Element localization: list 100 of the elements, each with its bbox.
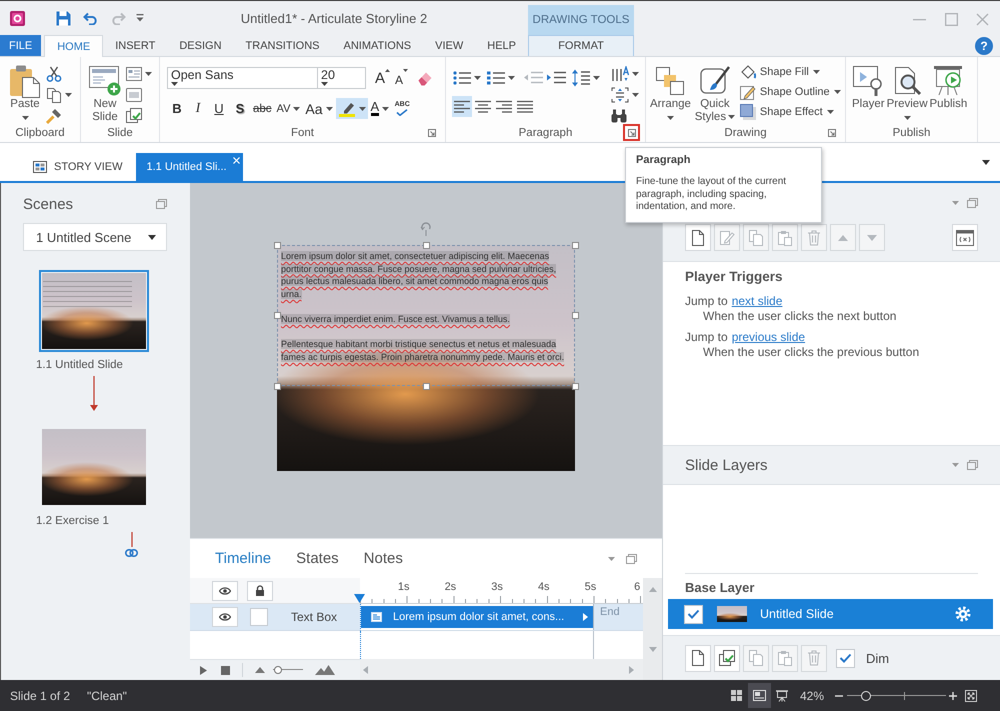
ribbon-tab[interactable]: HOME [44, 35, 104, 57]
resize-handle[interactable] [422, 242, 430, 248]
gear-icon[interactable] [955, 606, 971, 622]
shrink-font-button[interactable]: A [394, 67, 410, 89]
shape-outline-button[interactable]: Shape Outline [740, 82, 841, 102]
tick-label: 2s [444, 581, 456, 593]
ribbon-tab[interactable]: ANIMATIONS [331, 35, 424, 56]
story-view-tab[interactable]: STORY VIEW [25, 153, 134, 181]
vertical-scrollbar[interactable] [643, 578, 662, 659]
publish-button[interactable]: Publish [928, 63, 968, 111]
zoom-in-icon[interactable] [949, 692, 957, 700]
line-spacing-button[interactable] [571, 67, 601, 88]
layer-row[interactable]: Untitled Slide [668, 599, 993, 629]
align-left-button[interactable] [452, 96, 472, 117]
trigger-link[interactable]: next slide [732, 294, 782, 309]
timeline-bar[interactable]: Lorem ipsum dolor sit amet, cons... [361, 606, 593, 628]
caret-up-icon [385, 69, 390, 72]
ribbon-tab[interactable]: DESIGN [167, 35, 234, 56]
underline-button[interactable]: U [209, 98, 229, 119]
play-icon[interactable] [200, 666, 207, 674]
caret-icon [812, 70, 820, 74]
restore-icon[interactable] [626, 554, 637, 564]
font-color-button[interactable]: A [368, 98, 392, 119]
new-button[interactable] [685, 224, 711, 251]
lock-toggle[interactable] [250, 608, 268, 626]
ribbon-tab[interactable]: HELP [475, 35, 528, 56]
preview-button[interactable]: Preview [886, 63, 929, 124]
dialog-launcher[interactable] [623, 124, 640, 141]
caret-icon[interactable] [982, 160, 990, 164]
caret-icon [632, 92, 639, 96]
font-size-field[interactable]: 20 [317, 67, 366, 89]
stop-icon[interactable] [221, 666, 230, 674]
resize-handle[interactable] [274, 242, 280, 248]
panel-tab[interactable]: Timeline [215, 550, 272, 567]
restore-icon[interactable] [967, 460, 978, 470]
new-button[interactable] [685, 644, 711, 672]
slide-view-button[interactable] [748, 683, 771, 708]
font-name-field[interactable]: Open Sans [167, 67, 318, 89]
playhead[interactable] [354, 594, 365, 603]
lock-all-button[interactable] [247, 580, 273, 600]
checkbox[interactable] [684, 604, 703, 624]
variables-button[interactable] [952, 224, 978, 251]
new-slide-button[interactable]: New Slide [88, 63, 122, 124]
checkbox[interactable] [836, 648, 855, 668]
resize-handle[interactable] [572, 242, 578, 248]
ribbon-tab[interactable]: FORMAT [528, 35, 634, 56]
brush-icon [46, 108, 62, 124]
launcher-icon [828, 128, 836, 136]
undo-icon[interactable] [83, 12, 98, 24]
customize-icon[interactable] [136, 14, 144, 22]
bold-button[interactable]: B [167, 98, 187, 119]
ribbon-tab[interactable]: INSERT [103, 35, 168, 56]
bullets-icon [453, 70, 471, 84]
caret-icon [666, 116, 674, 120]
text-box[interactable] [277, 245, 575, 386]
shadow-button[interactable]: S [230, 98, 250, 119]
panel-tab[interactable]: Notes [364, 550, 403, 567]
new-slide-icon [89, 66, 121, 96]
quick-styles-button[interactable]: Quick Styles [692, 63, 738, 124]
horizontal-scrollbar[interactable] [360, 659, 643, 680]
timeline-row[interactable]: Text Box [190, 604, 360, 631]
shape-fill-button[interactable]: Shape Fill [740, 62, 841, 82]
file-tab[interactable]: FILE [0, 35, 42, 56]
arrange-button[interactable]: Arrange [649, 63, 692, 124]
panel-tab[interactable]: States [296, 550, 339, 567]
trigger-link[interactable]: previous slide [732, 330, 806, 345]
save-icon[interactable] [56, 10, 71, 26]
case-button[interactable]: Aa [303, 98, 335, 119]
rotate-handle[interactable] [420, 221, 432, 236]
visibility-toggle[interactable] [212, 607, 238, 627]
check-icon [687, 609, 700, 619]
layer-name: Untitled Slide [760, 607, 834, 621]
restore-icon[interactable] [967, 198, 978, 208]
duplicate-button[interactable] [714, 644, 740, 672]
body-text: Nunc viverra imperdiet enim. Fusce est. Vivamus a tellus. [281, 312, 511, 326]
slide-tab[interactable]: 1.1 Untitled Sli... [136, 153, 243, 181]
shape-effect-button[interactable]: Shape Effect [740, 102, 841, 122]
paste-button[interactable]: Paste [8, 63, 42, 124]
grow-font-button[interactable]: A [374, 67, 392, 89]
fit-to-window-icon[interactable] [965, 690, 977, 702]
caret-icon [834, 90, 841, 94]
player-button[interactable]: Player [851, 63, 886, 111]
restore-icon[interactable] [156, 199, 167, 209]
group-label: Slide [107, 126, 133, 138]
zoom-slider-thumb[interactable] [274, 666, 282, 674]
highlight-button[interactable] [336, 98, 368, 119]
tooltip-title: Paragraph [636, 153, 692, 167]
italic-button[interactable]: I [188, 98, 208, 119]
spacing-button[interactable]: AV [274, 98, 302, 119]
panel-title: Slide Layers [685, 456, 768, 474]
strikethrough-button[interactable]: abc [251, 98, 274, 119]
show-all-button[interactable] [212, 580, 238, 600]
caret-icon [293, 106, 300, 110]
scene-dropdown[interactable]: 1 Untitled Scene [23, 223, 167, 251]
resize-handle[interactable] [274, 382, 280, 390]
caret-icon [632, 72, 639, 76]
resize-handle[interactable] [274, 312, 280, 319]
ribbon-tab[interactable]: VIEW [423, 35, 476, 56]
ribbon-tab[interactable]: TRANSITIONS [234, 35, 332, 56]
help-button[interactable]: ? [975, 36, 993, 54]
